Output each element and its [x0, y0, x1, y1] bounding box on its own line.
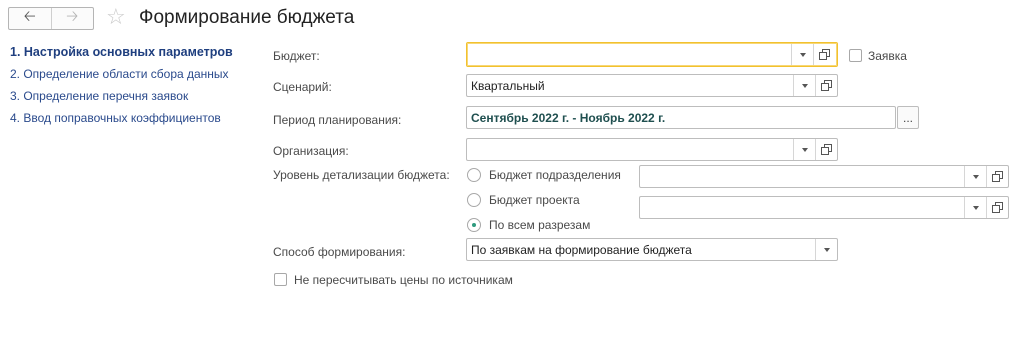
- period-select-button[interactable]: ...: [897, 106, 919, 129]
- no-recalc-checkbox[interactable]: [274, 273, 287, 286]
- radio-department-budget-label: Бюджет подразделения: [489, 168, 621, 182]
- scenario-dropdown-button[interactable]: [793, 75, 815, 96]
- organization-open-button[interactable]: [815, 139, 837, 160]
- radio-project-budget[interactable]: [467, 193, 481, 207]
- open-form-icon: [819, 49, 830, 60]
- arrow-right-icon: 🡢: [66, 8, 79, 25]
- step-2-link[interactable]: 2. Определение области сбора данных: [10, 65, 270, 87]
- favorite-star-icon[interactable]: ☆: [106, 4, 126, 30]
- radio-all-dimensions-label: По всем разрезам: [489, 218, 591, 232]
- step-1-link[interactable]: 1. Настройка основных параметров: [10, 43, 270, 65]
- method-label: Способ формирования:: [273, 245, 406, 259]
- request-checkbox-label: Заявка: [868, 49, 907, 63]
- radio-project-budget-label: Бюджет проекта: [489, 193, 580, 207]
- department-field[interactable]: [639, 165, 1009, 188]
- organization-field[interactable]: [466, 138, 838, 161]
- no-recalc-label: Не пересчитывать цены по источникам: [294, 273, 513, 287]
- navigation-buttons: 🡠 🡢: [8, 7, 94, 30]
- open-form-icon: [821, 80, 832, 91]
- project-open-button[interactable]: [986, 197, 1008, 218]
- detail-level-label: Уровень детализации бюджета:: [273, 168, 450, 182]
- forward-button[interactable]: 🡢: [51, 8, 93, 29]
- organization-input[interactable]: [470, 141, 788, 159]
- period-field[interactable]: Сентябрь 2022 г. - Ноябрь 2022 г.: [466, 106, 896, 129]
- request-checkbox[interactable]: [849, 49, 862, 62]
- back-button[interactable]: 🡠: [9, 8, 51, 29]
- scenario-open-button[interactable]: [815, 75, 837, 96]
- chevron-down-icon: [801, 147, 808, 152]
- scenario-field[interactable]: Квартальный: [466, 74, 838, 97]
- wizard-steps: 1. Настройка основных параметров 2. Опре…: [10, 43, 270, 131]
- scenario-label: Сценарий:: [273, 80, 332, 94]
- period-value: Сентябрь 2022 г. - Ноябрь 2022 г.: [471, 111, 666, 125]
- radio-department-budget[interactable]: [467, 168, 481, 182]
- project-field[interactable]: [639, 196, 1009, 219]
- open-form-icon: [821, 144, 832, 155]
- step-4-link[interactable]: 4. Ввод поправочных коэффициентов: [10, 109, 270, 131]
- step-3-link[interactable]: 3. Определение перечня заявок: [10, 87, 270, 109]
- period-label: Период планирования:: [273, 113, 402, 127]
- budget-field[interactable]: [466, 42, 838, 67]
- chevron-down-icon: [799, 52, 806, 57]
- method-field[interactable]: По заявкам на формирование бюджета: [466, 238, 838, 261]
- organization-label: Организация:: [273, 144, 349, 158]
- page-title: Формирование бюджета: [139, 7, 355, 28]
- chevron-down-icon: [801, 83, 808, 88]
- budget-dropdown-button[interactable]: [791, 44, 813, 65]
- open-form-icon: [992, 171, 1003, 182]
- department-open-button[interactable]: [986, 166, 1008, 187]
- chevron-down-icon: [972, 205, 979, 210]
- arrow-left-icon: 🡠: [23, 8, 36, 25]
- budget-input[interactable]: [470, 46, 788, 64]
- radio-all-dimensions[interactable]: [467, 218, 481, 232]
- chevron-down-icon: [972, 174, 979, 179]
- department-dropdown-button[interactable]: [964, 166, 986, 187]
- method-value: По заявкам на формирование бюджета: [471, 243, 692, 257]
- budget-open-button[interactable]: [813, 44, 835, 65]
- chevron-down-icon: [823, 247, 830, 252]
- method-dropdown-button[interactable]: [815, 239, 837, 260]
- open-form-icon: [992, 202, 1003, 213]
- organization-dropdown-button[interactable]: [793, 139, 815, 160]
- project-dropdown-button[interactable]: [964, 197, 986, 218]
- budget-label: Бюджет:: [273, 49, 320, 63]
- scenario-value: Квартальный: [471, 79, 545, 93]
